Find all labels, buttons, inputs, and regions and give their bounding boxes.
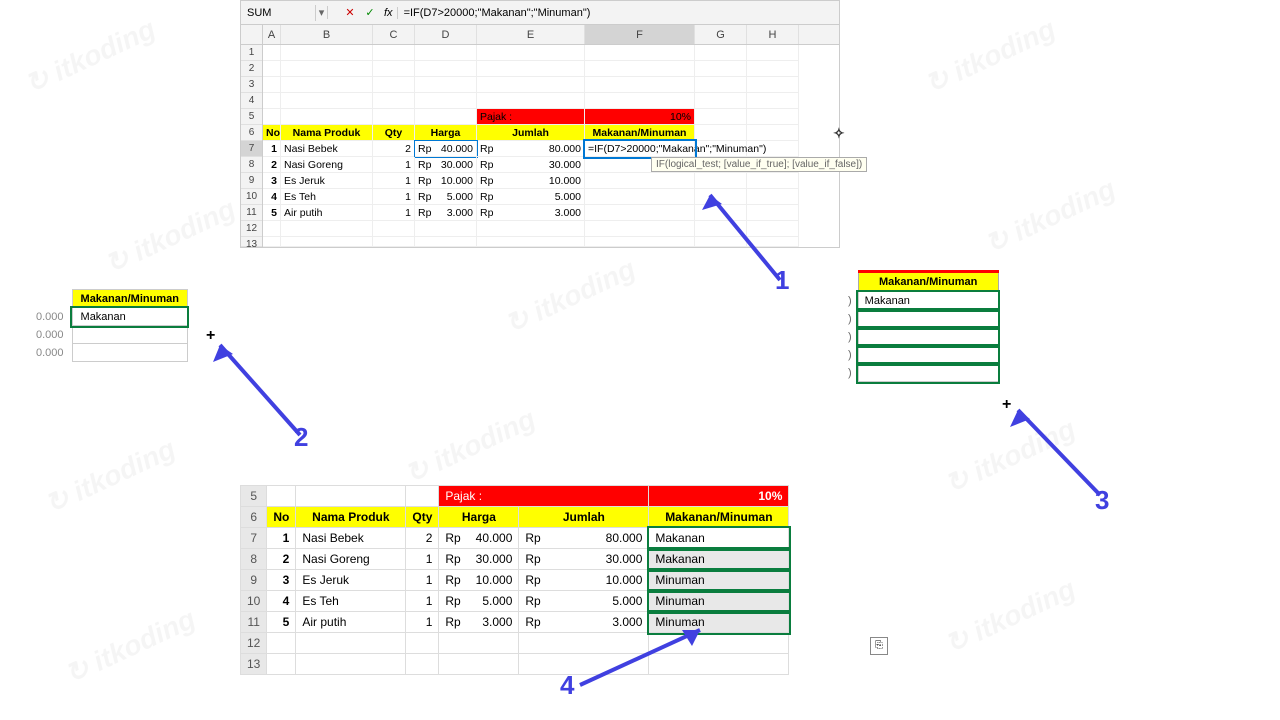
callout-2: 2 [294, 422, 308, 453]
cell-f7-editing[interactable]: =IF(D7>20000;"Makanan";"Minuman") [585, 141, 695, 157]
panel-fill-drag: Makanan/Minuman )Makanan ) ) ) ) + [842, 270, 999, 382]
pajak-label[interactable]: Pajak : [477, 109, 585, 125]
hdr-jumlah[interactable]: Jumlah [477, 125, 585, 141]
fx-icon[interactable]: fx [380, 7, 398, 19]
row-headers: 1 2 3 4 5 6 7 8 9 10 11 12 13 [241, 45, 263, 247]
col-header-c[interactable]: C [373, 25, 415, 44]
result-f9[interactable]: Minuman [649, 570, 789, 591]
cancel-icon[interactable]: ✕ [340, 6, 360, 19]
callout-1: 1 [775, 265, 789, 296]
formula-bar: SUM ▾ ✕ ✓ fx =IF(D7>20000;"Makanan";"Min… [241, 1, 839, 25]
p4-pajak-label[interactable]: Pajak : [439, 486, 649, 507]
arrow-4 [570, 620, 720, 700]
hdr-harga[interactable]: Harga [415, 125, 477, 141]
callout-3: 3 [1095, 485, 1109, 516]
callout-4: 4 [560, 670, 574, 701]
crosshair-icon: ✧ [833, 125, 845, 142]
cell-d7[interactable]: Rp40.000 [415, 141, 477, 157]
pajak-value[interactable]: 10% [585, 109, 695, 125]
col-header-a[interactable]: A [263, 25, 281, 44]
p3-header: Makanan/Minuman [858, 272, 998, 292]
p4-pajak-pct[interactable]: 10% [649, 486, 789, 507]
hdr-mm[interactable]: Makanan/Minuman [585, 125, 695, 141]
hdr-qty[interactable]: Qty [373, 125, 415, 141]
col-header-e[interactable]: E [477, 25, 585, 44]
result-f7[interactable]: Makanan [649, 528, 789, 549]
formula-tooltip: IF(logical_test; [value_if_true]; [value… [651, 157, 867, 172]
result-f10[interactable]: Minuman [649, 591, 789, 612]
p3-first-cell[interactable]: Makanan [858, 292, 998, 310]
mini-result-cell[interactable]: Makanan [72, 308, 187, 326]
col-header-g[interactable]: G [695, 25, 747, 44]
name-box[interactable]: SUM [241, 5, 316, 21]
result-f8[interactable]: Makanan [649, 549, 789, 570]
hdr-no[interactable]: No [263, 125, 281, 141]
hdr-nama[interactable]: Nama Produk [281, 125, 373, 141]
name-box-dropdown[interactable]: ▾ [316, 6, 328, 19]
formula-input[interactable]: =IF(D7>20000;"Makanan";"Minuman") [398, 5, 839, 21]
col-header-b[interactable]: B [281, 25, 373, 44]
column-headers: A B C D E F G H [241, 25, 839, 45]
confirm-icon[interactable]: ✓ [360, 6, 380, 19]
col-header-d[interactable]: D [415, 25, 477, 44]
panel-fill-start: Makanan/Minuman 0.000Makanan 0.000 0.000… [28, 289, 188, 362]
autofill-options-icon[interactable]: ⎘ [870, 637, 888, 655]
col-header-h[interactable]: H [747, 25, 799, 44]
mini-header: Makanan/Minuman [72, 290, 187, 308]
col-header-f[interactable]: F [585, 25, 695, 44]
